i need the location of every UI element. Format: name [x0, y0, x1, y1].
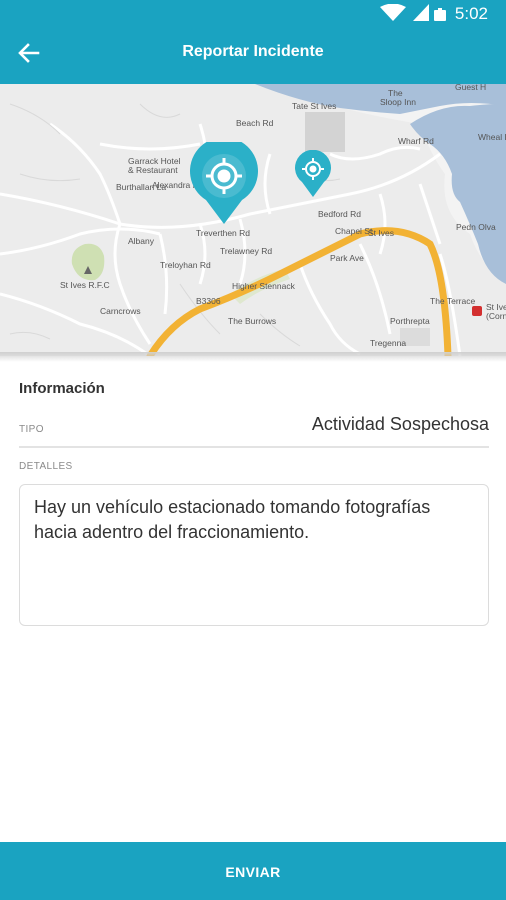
- tipo-label: TIPO: [19, 424, 44, 435]
- signal-icon: [413, 4, 429, 21]
- map-label: Bedford Rd: [318, 209, 361, 219]
- detalles-textarea[interactable]: Hay un vehículo estacionado tomando foto…: [19, 484, 489, 626]
- map-label: Porthrepta: [390, 316, 430, 326]
- divider: [19, 446, 489, 448]
- app-bar: 5:02 Reportar Incidente: [0, 0, 506, 84]
- station-icon: [472, 306, 482, 316]
- map-label: Treloyhan Rd: [160, 260, 211, 270]
- map-label: Guest H: [455, 84, 486, 92]
- map-view[interactable]: Garrack Hotel & Restaurant Beach Rd Tate…: [0, 84, 506, 356]
- status-time: 5:02: [454, 4, 488, 23]
- enviar-label: ENVIAR: [225, 864, 281, 880]
- detalles-label: DETALLES: [19, 461, 73, 472]
- page-title: Reportar Incidente: [182, 43, 324, 60]
- map-label: Park Ave: [330, 253, 364, 263]
- map-label: Beach Rd: [236, 118, 274, 128]
- section-title: Información: [19, 380, 105, 397]
- map-label: Wheal Dream: [478, 132, 506, 142]
- enviar-button[interactable]: ENVIAR: [0, 842, 506, 900]
- map-label: Tregenna: [370, 338, 406, 348]
- battery-icon: [434, 8, 446, 21]
- map-label: Pedn Olva: [456, 222, 496, 232]
- tipo-select[interactable]: Actividad Sospechosa: [312, 414, 489, 435]
- status-bar: 5:02: [0, 0, 506, 26]
- map-label: B3306: [196, 296, 221, 306]
- map-label: Carncrows: [100, 306, 141, 316]
- location-pin-small[interactable]: [294, 150, 332, 198]
- map-label: The Terrace: [430, 296, 475, 306]
- map-label: Sloop Inn: [380, 97, 416, 107]
- map-label: The Burrows: [228, 316, 276, 326]
- location-pin-large[interactable]: [188, 142, 260, 226]
- map-shadow: [0, 352, 506, 362]
- map-label: Albany: [128, 236, 155, 246]
- map-label: St Ives R.F.C: [60, 280, 110, 290]
- map-label: Higher Stennack: [232, 281, 296, 291]
- map-label: St Ives: [368, 228, 394, 238]
- map-label: Trelawney Rd: [220, 246, 272, 256]
- map-label: & Restaurant: [128, 165, 178, 175]
- map-label: Tate St Ives: [292, 101, 336, 111]
- wifi-icon: [380, 4, 406, 21]
- map-label: Treverthen Rd: [196, 228, 250, 238]
- map-label: (Corn: [486, 311, 506, 321]
- map-label: Wharf Rd: [398, 136, 434, 146]
